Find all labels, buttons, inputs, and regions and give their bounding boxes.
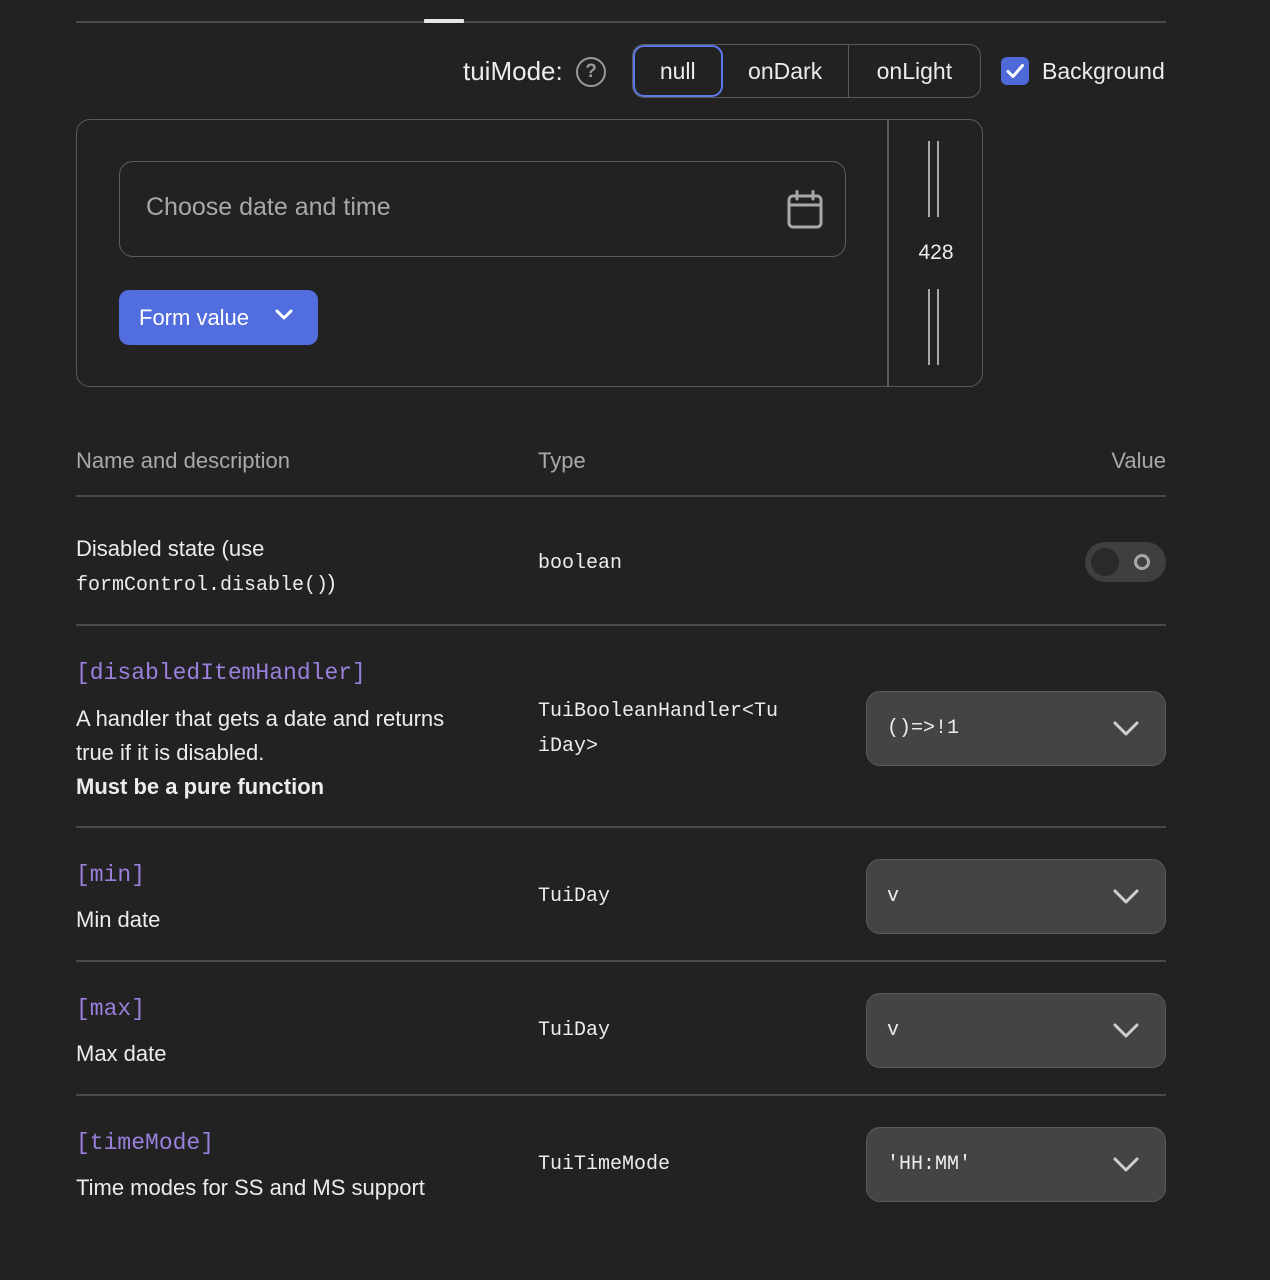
mode-option-onlight[interactable]: onLight xyxy=(849,45,980,97)
row-description: Disabled state (use formControl.disable(… xyxy=(76,532,335,603)
divider xyxy=(76,495,1166,497)
type-line: TuiBooleanHandler<Tu xyxy=(538,700,779,723)
desc-code: formControl.disable() xyxy=(76,574,329,597)
row-type: TuiDay xyxy=(538,1019,611,1042)
calendar-icon[interactable] xyxy=(786,190,824,230)
max-select[interactable]: v xyxy=(866,993,1166,1068)
row-description: A handler that gets a date and returns t… xyxy=(76,702,444,804)
property-name: [timeMode] xyxy=(76,1130,215,1156)
desc-text: true if it is disabled. xyxy=(76,740,265,765)
checkmark-icon xyxy=(1006,64,1024,78)
table-header: Name and description Type Value xyxy=(0,448,1270,478)
row-description: Min date xyxy=(76,907,161,932)
property-name: [disabledItemHandler] xyxy=(76,660,366,686)
date-time-placeholder: Choose date and time xyxy=(146,193,391,221)
disabled-item-handler-select[interactable]: ()=>!1 xyxy=(866,691,1166,766)
select-value: v xyxy=(887,1019,900,1042)
row-type: boolean xyxy=(538,552,623,575)
desc-text: A handler that gets a date and returns xyxy=(76,706,445,731)
row-description: Max date xyxy=(76,1041,167,1066)
time-mode-select[interactable]: 'HH:MM' xyxy=(866,1127,1166,1202)
divider xyxy=(76,960,1166,962)
form-value-label: Form value xyxy=(139,305,250,330)
background-checkbox[interactable] xyxy=(1001,57,1029,85)
demo-width-value: 428 xyxy=(918,241,954,264)
select-value: ()=>!1 xyxy=(887,717,960,740)
disabled-toggle[interactable] xyxy=(1085,542,1166,582)
desc-close: ) xyxy=(328,570,336,595)
property-name: [min] xyxy=(76,862,146,888)
chevron-down-icon xyxy=(1113,1023,1139,1038)
row-type: TuiBooleanHandler<Tu iDay> xyxy=(538,694,778,764)
date-time-input[interactable]: Choose date and time xyxy=(119,161,846,257)
select-value: v xyxy=(887,885,900,908)
mode-segmented-control: null onDark onLight xyxy=(632,44,981,98)
property-name: [max] xyxy=(76,996,146,1022)
demo-area: Choose date and time Form value 428 xyxy=(76,119,983,387)
chevron-down-icon xyxy=(275,309,293,320)
desc-bold-note: Must be a pure function xyxy=(76,774,325,799)
row-type: TuiTimeMode xyxy=(538,1153,671,1176)
select-value: 'HH:MM' xyxy=(887,1153,972,1176)
toggle-off-indicator xyxy=(1134,554,1150,570)
chevron-down-icon xyxy=(1113,889,1139,904)
divider xyxy=(76,826,1166,828)
mode-option-ondark[interactable]: onDark xyxy=(723,45,849,97)
background-label: Background xyxy=(1042,58,1165,84)
chevron-down-icon xyxy=(1113,721,1139,736)
divider xyxy=(76,1094,1166,1096)
toggle-knob xyxy=(1091,548,1119,576)
tabs-divider xyxy=(76,21,1166,23)
divider xyxy=(76,624,1166,626)
min-select[interactable]: v xyxy=(866,859,1166,934)
header-value: Value xyxy=(1111,448,1166,473)
desc-text: Disabled state (use xyxy=(76,536,265,561)
chevron-down-icon xyxy=(1113,1157,1139,1172)
help-icon[interactable]: ? xyxy=(576,57,606,87)
mode-option-null[interactable]: null xyxy=(633,45,723,97)
row-description: Time modes for SS and MS support xyxy=(76,1175,425,1200)
type-line: iDay> xyxy=(538,735,599,758)
header-name: Name and description xyxy=(76,448,291,473)
header-type: Type xyxy=(538,448,586,473)
mode-toolbar: tuiMode: ? null onDark onLight Backgroun… xyxy=(0,44,1270,100)
form-value-button[interactable]: Form value xyxy=(119,290,318,345)
row-type: TuiDay xyxy=(538,885,611,908)
tui-mode-label: tuiMode: xyxy=(463,56,563,86)
active-tab-indicator xyxy=(424,19,464,23)
